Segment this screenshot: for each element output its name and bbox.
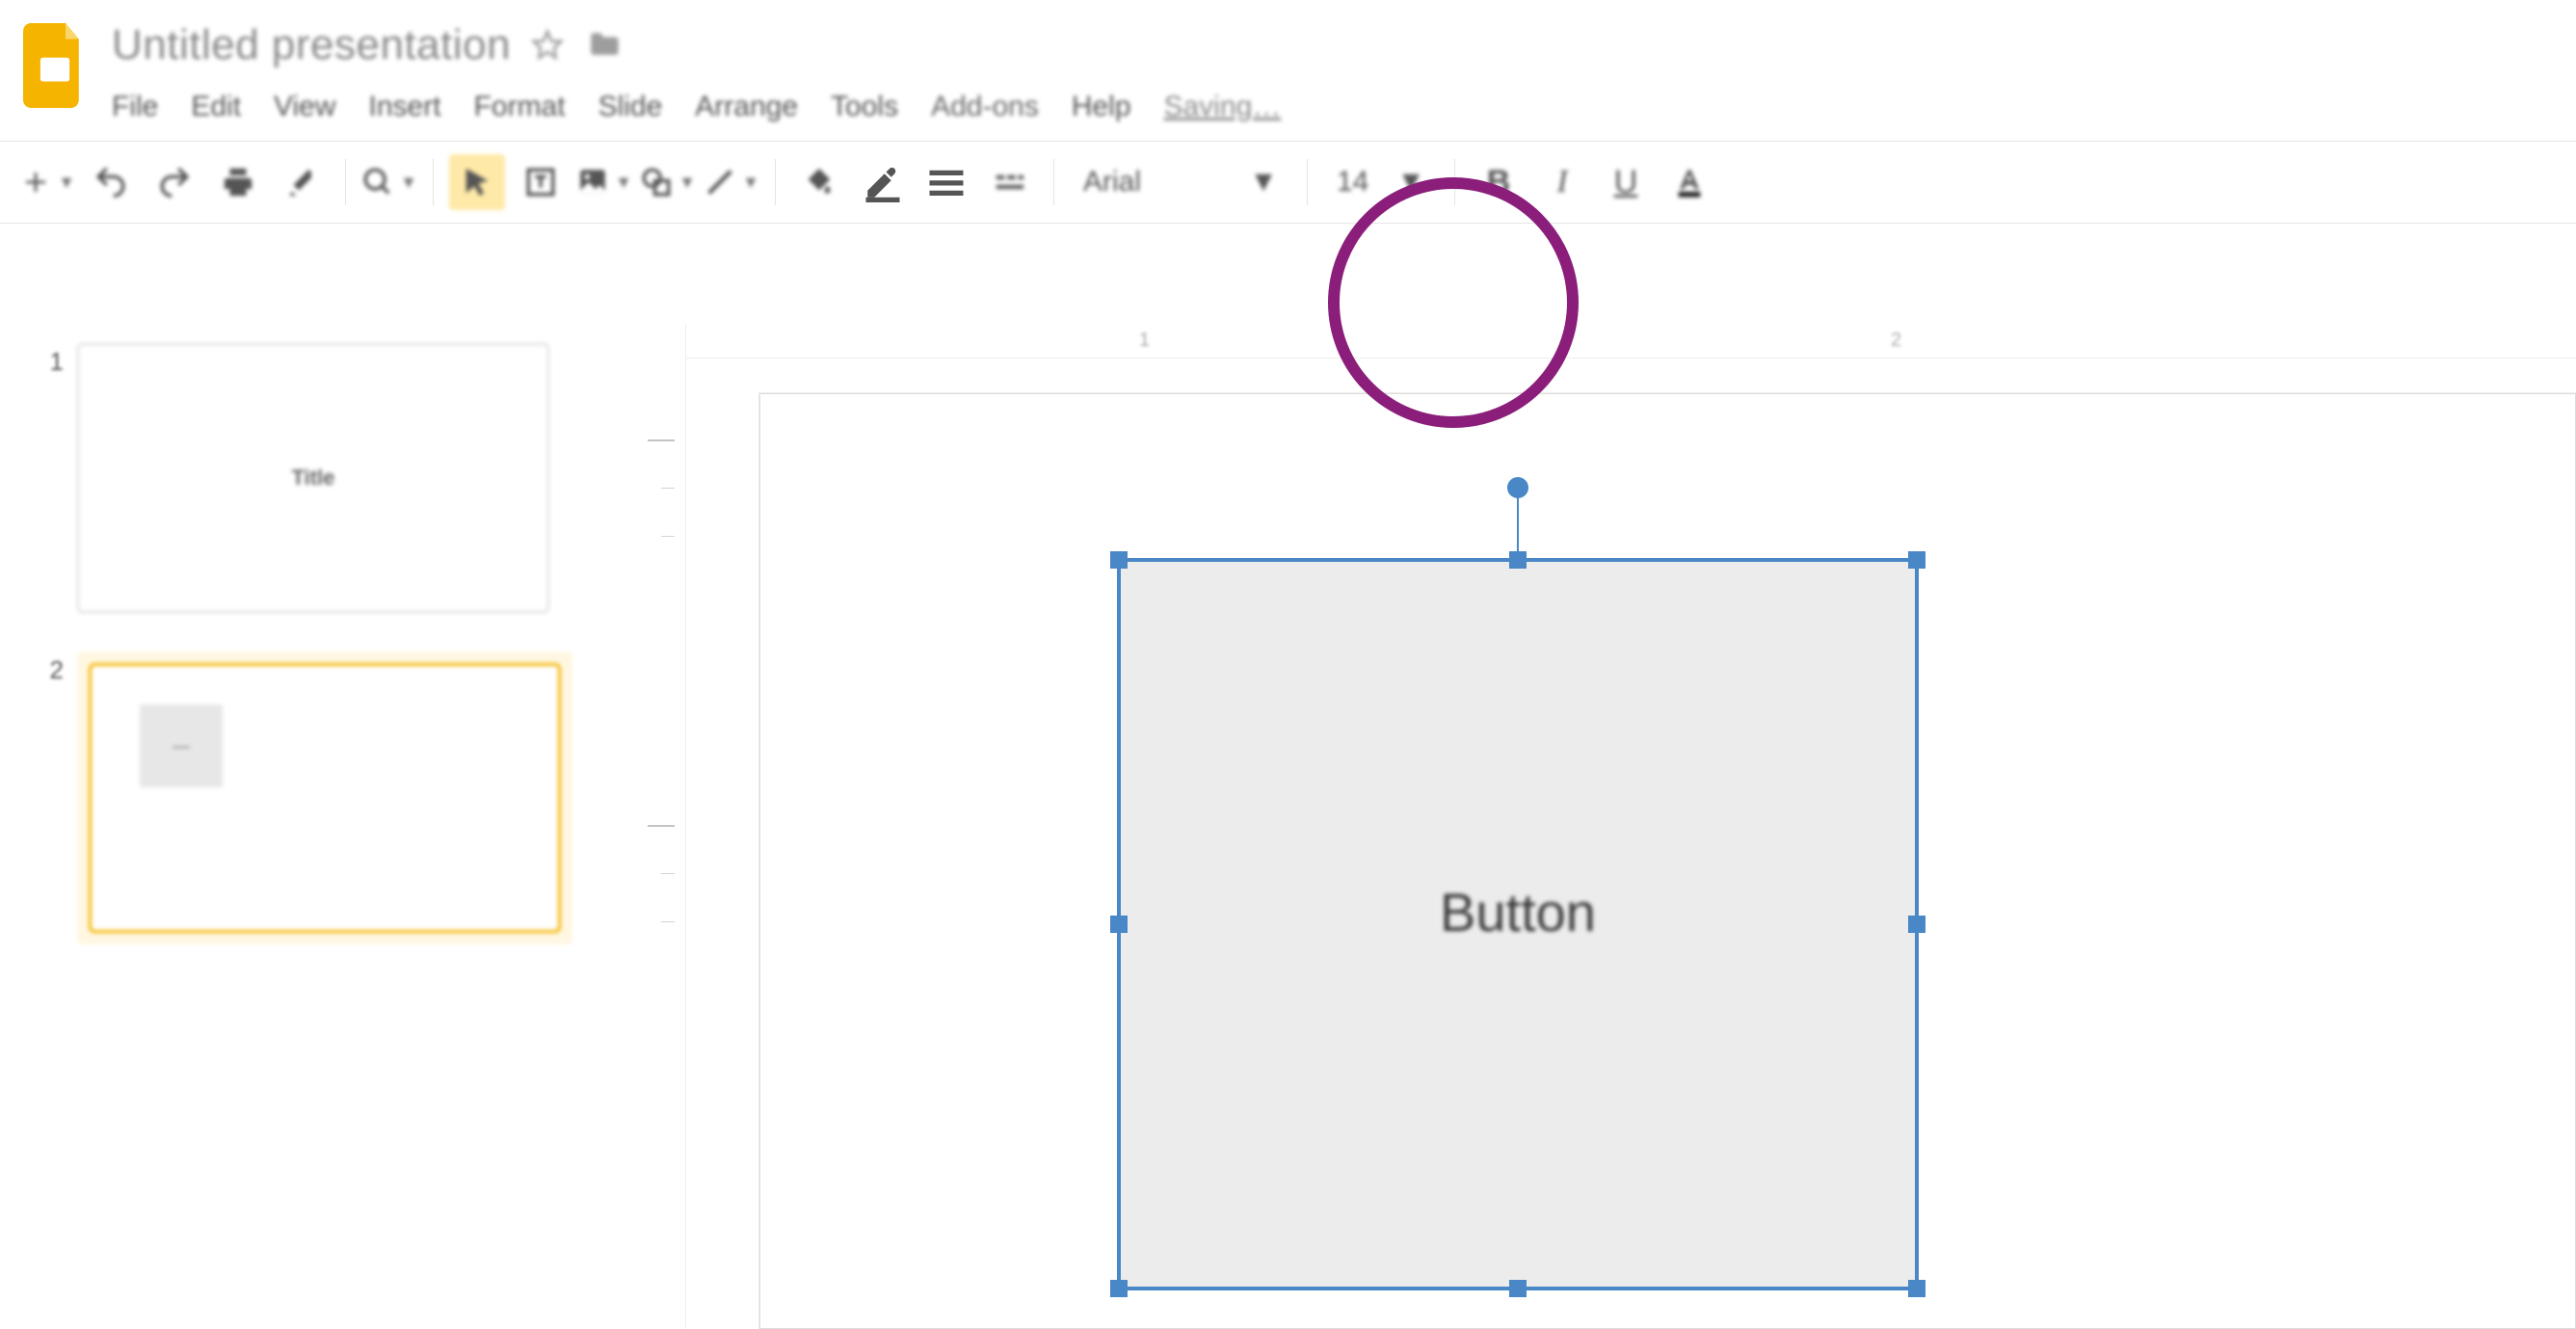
undo-button[interactable]	[83, 154, 139, 210]
new-slide-button[interactable]: ▼	[19, 154, 75, 210]
slide-thumbnail-1[interactable]: Title	[77, 343, 549, 613]
canvas-area[interactable]: 1 2 3 Button	[686, 324, 2576, 1329]
underline-button[interactable]: U	[1598, 154, 1654, 210]
menu-tools[interactable]: Tools	[831, 91, 898, 123]
move-to-folder-icon[interactable]	[584, 26, 623, 65]
textbox-button[interactable]	[513, 154, 569, 210]
shape-button[interactable]: ▼	[640, 154, 696, 210]
selected-shape[interactable]: Button	[1117, 558, 1919, 1290]
paint-format-button[interactable]	[274, 154, 330, 210]
menu-arrange[interactable]: Arrange	[695, 91, 798, 123]
resize-handle-tl[interactable]	[1110, 551, 1128, 569]
rotate-connector	[1517, 494, 1519, 552]
redo-button[interactable]	[146, 154, 202, 210]
separator	[1454, 159, 1455, 205]
thumb-shape-icon: —	[140, 704, 223, 787]
font-size-select[interactable]: 14▼	[1323, 154, 1439, 210]
zoom-button[interactable]: ▼	[361, 154, 417, 210]
border-weight-button[interactable]	[918, 154, 974, 210]
menu-format[interactable]: Format	[474, 91, 566, 123]
shape-text[interactable]: Button	[1121, 881, 1915, 944]
italic-button[interactable]: I	[1534, 154, 1590, 210]
thumb-title-text: Title	[292, 465, 335, 491]
vertical-ruler	[636, 324, 686, 1329]
image-button[interactable]: ▼	[576, 154, 632, 210]
ruler-label: 2	[1891, 330, 1901, 352]
separator	[775, 159, 776, 205]
rotate-handle[interactable]	[1507, 477, 1528, 498]
font-size-value: 14	[1337, 166, 1368, 199]
menu-view[interactable]: View	[274, 91, 335, 123]
resize-handle-b[interactable]	[1509, 1280, 1527, 1297]
menu-slide[interactable]: Slide	[598, 91, 663, 123]
line-button[interactable]: ▼	[704, 154, 759, 210]
menu-file[interactable]: File	[112, 91, 158, 123]
font-family-value: Arial	[1083, 166, 1141, 199]
menu-help[interactable]: Help	[1072, 91, 1131, 123]
ruler-label: 1	[1139, 330, 1150, 352]
thumb-number: 2	[29, 651, 64, 685]
slide-canvas[interactable]: Button	[759, 393, 2576, 1329]
separator	[1053, 159, 1054, 205]
separator	[433, 159, 434, 205]
slide-thumbnail-2-selected[interactable]: —	[77, 651, 572, 944]
workspace: 1 Title 2 — 1 2 3	[0, 324, 2576, 1329]
border-dash-button[interactable]	[982, 154, 1038, 210]
bold-button[interactable]: B	[1471, 154, 1527, 210]
toolbar: ▼ ▼ ▼ ▼ ▼	[0, 141, 2576, 224]
menu-bar: File Edit View Insert Format Slide Arran…	[112, 91, 2559, 123]
horizontal-ruler: 1 2 3	[686, 324, 2576, 359]
resize-handle-bl[interactable]	[1110, 1280, 1128, 1297]
separator	[1307, 159, 1308, 205]
slide-panel[interactable]: 1 Title 2 —	[0, 324, 636, 1329]
star-icon[interactable]	[528, 26, 567, 65]
fill-color-button[interactable]	[791, 154, 847, 210]
menu-insert[interactable]: Insert	[369, 91, 441, 123]
menu-addons[interactable]: Add-ons	[931, 91, 1039, 123]
resize-handle-tr[interactable]	[1908, 551, 1925, 569]
resize-handle-br[interactable]	[1908, 1280, 1925, 1297]
resize-handle-t[interactable]	[1509, 551, 1527, 569]
saving-status: Saving…	[1164, 91, 1282, 123]
print-button[interactable]	[210, 154, 266, 210]
font-family-select[interactable]: Arial▼	[1070, 154, 1291, 210]
select-tool-button[interactable]	[449, 154, 505, 210]
menu-edit[interactable]: Edit	[191, 91, 241, 123]
document-title[interactable]: Untitled presentation	[112, 21, 511, 69]
text-color-button[interactable]	[1661, 154, 1717, 210]
slides-logo	[17, 17, 93, 114]
app-header: Untitled presentation File Edit View Ins…	[0, 0, 2576, 123]
thumb-number: 1	[29, 343, 64, 377]
border-color-button[interactable]	[855, 154, 911, 210]
separator	[345, 159, 346, 205]
